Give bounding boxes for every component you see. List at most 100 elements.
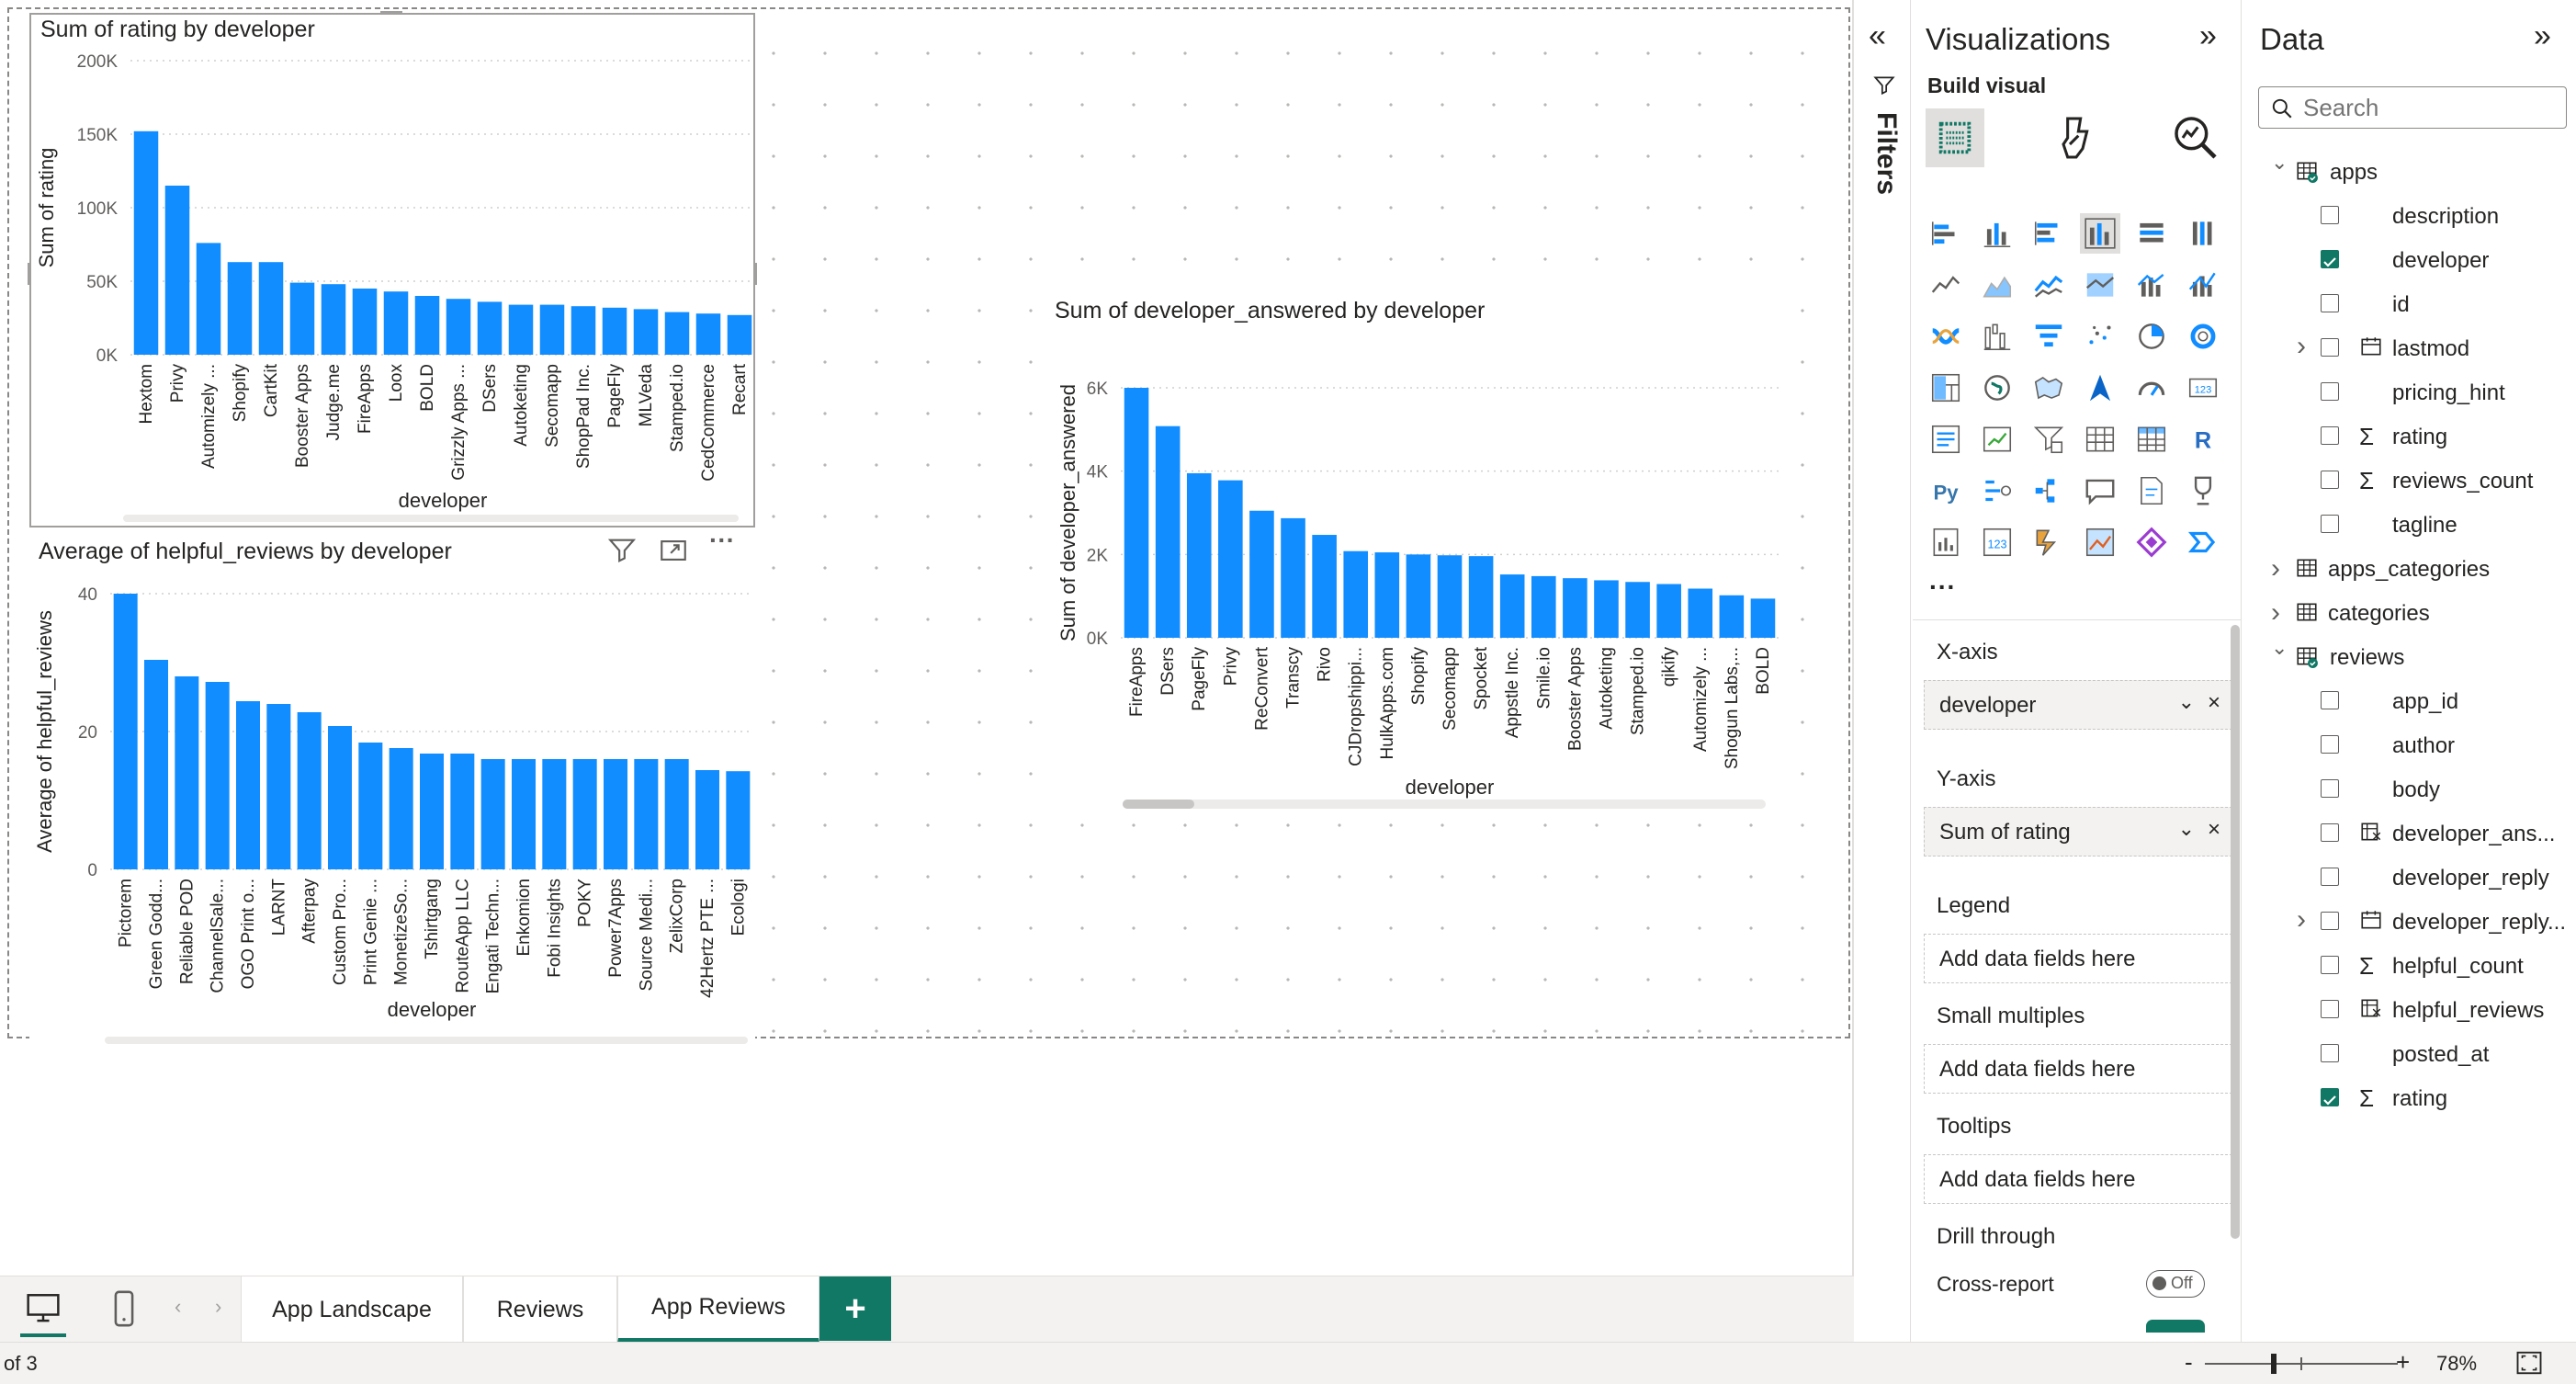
- format-visual-tab-icon[interactable]: [2051, 112, 2102, 168]
- chevron-down-icon[interactable]: ⌄: [2271, 151, 2288, 175]
- collapse-data-icon[interactable]: »: [2534, 18, 2551, 54]
- desktop-view-icon[interactable]: [22, 1288, 64, 1330]
- chevron-right-icon[interactable]: ›: [2297, 331, 2306, 362]
- search-box[interactable]: [2258, 86, 2567, 129]
- slicer-icon[interactable]: [2028, 419, 2069, 459]
- field-checkbox[interactable]: [2321, 1044, 2339, 1062]
- expand-filters-icon[interactable]: «: [1869, 18, 1886, 54]
- ribbon-chart-icon[interactable]: [1926, 316, 1966, 357]
- kpi-icon[interactable]: [1977, 419, 2017, 459]
- bar[interactable]: [508, 304, 534, 355]
- bar[interactable]: [1531, 575, 1556, 638]
- clustered-bar-icon[interactable]: [2028, 213, 2069, 254]
- zoom-slider-thumb[interactable]: [2271, 1354, 2277, 1374]
- zoom-level[interactable]: 78%: [2436, 1352, 2477, 1376]
- horizontal-scrollbar[interactable]: [123, 515, 739, 522]
- tab-app-landscape[interactable]: App Landscape: [241, 1276, 463, 1343]
- bar[interactable]: [1281, 517, 1305, 638]
- stacked-bar-icon[interactable]: [1926, 213, 1966, 254]
- field-checkbox[interactable]: [2321, 1000, 2339, 1018]
- visual-sum-developer-answered[interactable]: Sum of developer_answered by developer 0…: [1047, 285, 1782, 818]
- bar[interactable]: [352, 289, 378, 355]
- report-page[interactable]: Sum of rating by developer 0K 50K 100K 150K…: [7, 7, 1850, 1044]
- field-apps-id[interactable]: id: [2243, 283, 2576, 323]
- bar[interactable]: [695, 313, 721, 355]
- remove-field-icon[interactable]: ×: [2208, 817, 2220, 843]
- field-apps-pricing_hint[interactable]: pricing_hint: [2243, 371, 2576, 412]
- build-visual-tab-icon[interactable]: [1926, 108, 1984, 167]
- field-reviews-rating[interactable]: Σ rating: [2243, 1077, 2576, 1117]
- add-page-button[interactable]: +: [819, 1276, 891, 1341]
- bar[interactable]: [604, 759, 627, 869]
- tab-app-reviews[interactable]: App Reviews: [617, 1276, 819, 1343]
- bar[interactable]: [1374, 552, 1400, 638]
- bar[interactable]: [289, 282, 315, 355]
- power-automate-icon[interactable]: [2028, 522, 2069, 562]
- narrative-icon[interactable]: [2131, 471, 2172, 511]
- field-checkbox[interactable]: [2321, 1088, 2339, 1106]
- bar[interactable]: [297, 712, 322, 869]
- field-apps-rating[interactable]: Σ rating: [2243, 415, 2576, 456]
- decomposition-tree-icon[interactable]: [2028, 471, 2069, 511]
- bar[interactable]: [542, 759, 567, 869]
- field-reviews-author[interactable]: author: [2243, 724, 2576, 765]
- field-checkbox[interactable]: [2321, 868, 2339, 886]
- chevron-visual-icon[interactable]: [2183, 522, 2223, 562]
- bar[interactable]: [175, 676, 199, 869]
- bar[interactable]: [205, 682, 230, 869]
- filters-label[interactable]: Filters: [1870, 112, 1902, 195]
- bar[interactable]: [133, 130, 159, 355]
- field-reviews-developer_reply[interactable]: developer_reply: [2243, 856, 2576, 897]
- scatter-icon[interactable]: [2080, 316, 2120, 357]
- bar[interactable]: [446, 299, 471, 355]
- bar[interactable]: [727, 314, 752, 355]
- bar[interactable]: [539, 304, 565, 355]
- chevron-right-icon[interactable]: ›: [2271, 597, 2280, 629]
- qa-icon[interactable]: [2080, 471, 2120, 511]
- remove-field-icon[interactable]: ×: [2208, 690, 2220, 716]
- field-checkbox[interactable]: [2321, 956, 2339, 974]
- bar[interactable]: [1124, 388, 1149, 638]
- field-checkbox[interactable]: [2321, 250, 2339, 268]
- funnel-icon[interactable]: [2028, 316, 2069, 357]
- field-reviews-helpful_reviews[interactable]: helpful_reviews: [2243, 989, 2576, 1029]
- small-multiples-well[interactable]: Add data fields here: [1924, 1044, 2232, 1094]
- bar[interactable]: [1688, 588, 1713, 638]
- field-apps-developer[interactable]: developer: [2243, 239, 2576, 279]
- bar[interactable]: [420, 754, 444, 869]
- bar[interactable]: [1468, 556, 1494, 638]
- filled-map-icon[interactable]: [2028, 368, 2069, 408]
- bar[interactable]: [602, 307, 627, 355]
- field-reviews-developer_ans[interactable]: developer_ans...: [2243, 812, 2576, 853]
- multi-row-card-icon[interactable]: [1926, 419, 1966, 459]
- bar[interactable]: [512, 759, 536, 869]
- bar[interactable]: [328, 726, 352, 869]
- line-column-icon[interactable]: [2131, 265, 2172, 305]
- field-checkbox[interactable]: [2321, 338, 2339, 357]
- arcgis-icon[interactable]: [2080, 522, 2120, 562]
- area-chart-icon[interactable]: [1977, 265, 2017, 305]
- goals-icon[interactable]: [2183, 471, 2223, 511]
- bar[interactable]: [634, 759, 659, 869]
- bar[interactable]: [695, 770, 719, 869]
- bar[interactable]: [1719, 595, 1745, 638]
- bar[interactable]: [571, 306, 596, 355]
- field-checkbox[interactable]: [2321, 823, 2339, 842]
- donut-icon[interactable]: [2183, 316, 2223, 357]
- chevron-down-icon[interactable]: ⌄: [2178, 690, 2195, 714]
- field-checkbox[interactable]: [2321, 515, 2339, 533]
- tooltips-well[interactable]: Add data fields here: [1924, 1154, 2232, 1204]
- bar[interactable]: [1750, 598, 1776, 638]
- chevron-down-icon[interactable]: ⌄: [2271, 636, 2288, 660]
- collapse-visualizations-icon[interactable]: »: [2199, 18, 2217, 54]
- bar[interactable]: [144, 660, 168, 869]
- bar[interactable]: [236, 701, 260, 869]
- bar[interactable]: [664, 312, 690, 355]
- matrix-icon[interactable]: [2131, 419, 2172, 459]
- bar[interactable]: [358, 743, 383, 869]
- zoom-slider[interactable]: [2205, 1354, 2398, 1374]
- bar[interactable]: [389, 748, 413, 869]
- bar[interactable]: [258, 262, 284, 355]
- yaxis-well[interactable]: Sum of rating ⌄ ×: [1924, 807, 2232, 856]
- visual-average-helpful-reviews[interactable]: Average of helpful_reviews by developer …: [29, 526, 755, 1044]
